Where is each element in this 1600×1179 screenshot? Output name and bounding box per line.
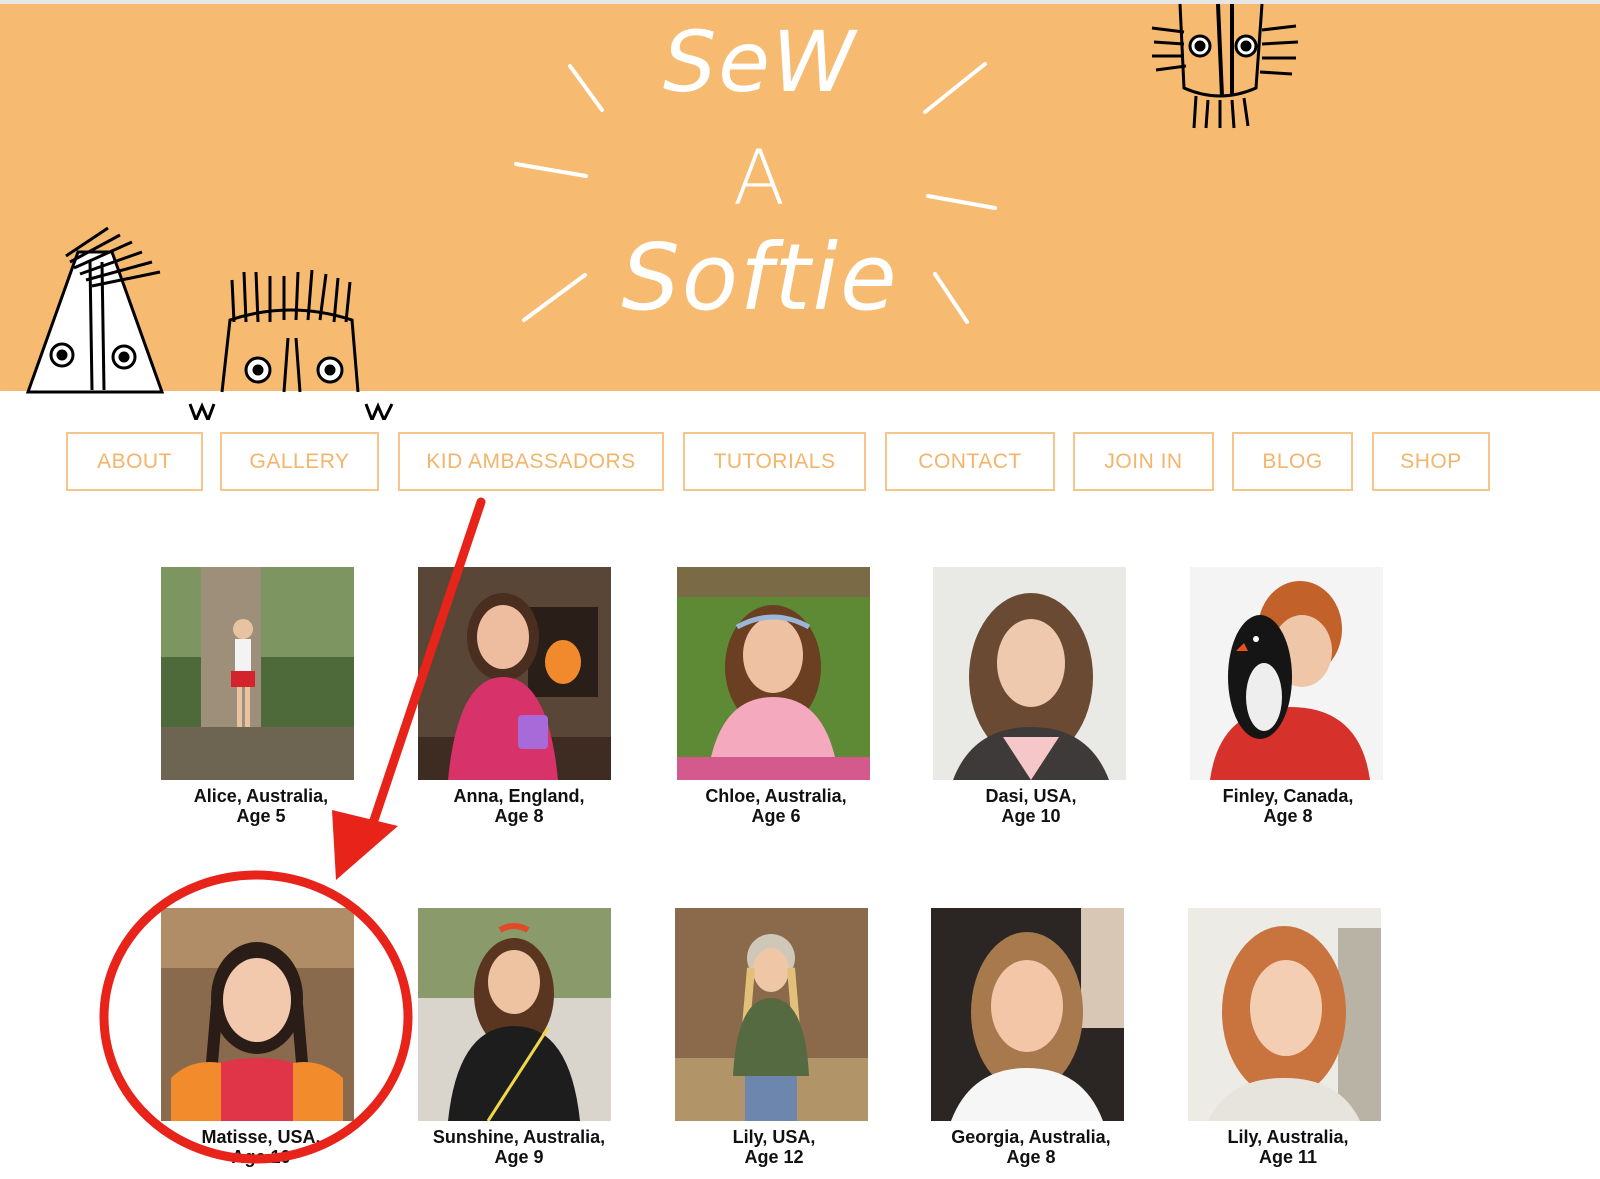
ambassador-caption: Lily, USA, Age 12 xyxy=(659,1127,889,1167)
ambassador-photo[interactable] xyxy=(1190,567,1383,780)
nav-about-button[interactable]: ABOUT xyxy=(66,432,203,491)
nav-shop-button[interactable]: SHOP xyxy=(1372,432,1490,491)
ambassador-caption: Dasi, USA, Age 10 xyxy=(916,786,1146,826)
ambassador-age: Age 9 xyxy=(494,1147,544,1167)
nav-tutorials-button[interactable]: TUTORIALS xyxy=(683,432,866,491)
ambassador-photo[interactable] xyxy=(933,567,1126,780)
logo-text-line-3[interactable]: Softie xyxy=(560,232,960,324)
ambassador-age: Age 8 xyxy=(1263,806,1313,826)
ambassador-age: Age 10 xyxy=(1001,806,1061,826)
ambassador-name: Chloe, Australia, xyxy=(705,786,847,806)
ambassador-name: Georgia, Australia, xyxy=(951,1127,1111,1147)
logo-text-line-1[interactable]: SeW xyxy=(560,20,960,104)
logo-text-line-2[interactable]: A xyxy=(560,140,960,216)
ambassador-photo[interactable] xyxy=(1188,908,1381,1121)
ambassador-photo[interactable] xyxy=(418,567,611,780)
nav-contact-button[interactable]: CONTACT xyxy=(885,432,1055,491)
ambassador-age: Age 11 xyxy=(1258,1147,1318,1167)
nav-join-in-button[interactable]: JOIN IN xyxy=(1073,432,1214,491)
ambassador-name: Lily, Australia, xyxy=(1227,1127,1349,1147)
ambassador-caption: Chloe, Australia, Age 6 xyxy=(661,786,891,826)
ambassador-name: Matisse, USA, xyxy=(201,1127,321,1147)
ambassador-age: Age 8 xyxy=(494,806,544,826)
ambassador-photo[interactable] xyxy=(675,908,868,1121)
ambassador-age: Age 8 xyxy=(1006,1147,1056,1167)
ambassador-name: Alice, Australia, xyxy=(193,786,329,806)
ambassador-photo[interactable] xyxy=(161,567,354,780)
ambassador-name: Anna, England, xyxy=(453,786,585,806)
ambassador-caption: Sunshine, Australia, Age 9 xyxy=(404,1127,634,1167)
ambassador-age: Age 5 xyxy=(236,806,286,826)
ambassador-name: Dasi, USA, xyxy=(985,786,1077,806)
main-navigation: ABOUT GALLERY KID AMBASSADORS TUTORIALS … xyxy=(0,432,1600,492)
nav-kid-ambassadors-button[interactable]: KID AMBASSADORS xyxy=(398,432,664,491)
ambassador-photo[interactable] xyxy=(161,908,354,1121)
ambassador-caption: Georgia, Australia, Age 8 xyxy=(916,1127,1146,1167)
ambassador-caption: Alice, Australia, Age 5 xyxy=(146,786,376,826)
ambassador-caption: Anna, England, Age 8 xyxy=(404,786,634,826)
ambassador-caption: Lily, Australia, Age 11 xyxy=(1173,1127,1403,1167)
ambassador-age: Age 6 xyxy=(751,806,801,826)
ambassador-photo[interactable] xyxy=(418,908,611,1121)
ambassador-photo[interactable] xyxy=(931,908,1124,1121)
nav-gallery-button[interactable]: GALLERY xyxy=(220,432,379,491)
ambassador-photo[interactable] xyxy=(677,567,870,780)
ambassador-name: Sunshine, Australia, xyxy=(432,1127,606,1147)
ambassador-caption: Finley, Canada, Age 8 xyxy=(1173,786,1403,826)
ambassador-age: Age 12 xyxy=(744,1147,804,1167)
ambassador-caption: Matisse, USA, Age 10 xyxy=(146,1127,376,1167)
ambassador-name: Lily, USA, xyxy=(732,1127,816,1147)
ambassador-age: Age 10 xyxy=(231,1147,291,1167)
nav-blog-button[interactable]: BLOG xyxy=(1232,432,1353,491)
ambassador-name: Finley, Canada, xyxy=(1222,786,1354,806)
